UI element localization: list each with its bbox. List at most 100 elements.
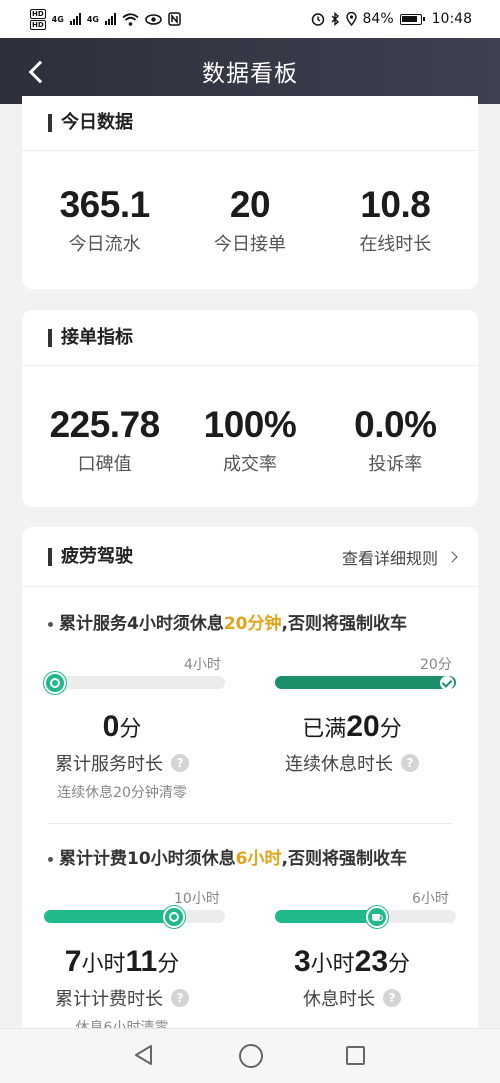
rule-highlight: 20分钟 (223, 614, 282, 634)
metric-minutes: 23 (354, 945, 389, 978)
metric-value: 已满20分 (252, 710, 452, 744)
rest-max-label: 6小时 (412, 891, 449, 907)
metric-label-row: 连续休息时长? (252, 750, 452, 776)
rule-text: ,否则将强制收车 (281, 614, 407, 634)
help-icon[interactable]: ? (383, 989, 401, 1007)
view-rules-label: 查看详细规则 (341, 548, 438, 568)
stat-value: 0.0% (354, 404, 437, 445)
home-circle-icon[interactable] (239, 1044, 263, 1068)
stat-value: 100% (203, 404, 297, 445)
steering-wheel-icon (44, 672, 66, 694)
rest-time-progress (275, 676, 456, 689)
hd-icon: HD HD (30, 8, 46, 30)
stat-revenue: 365.1 今日流水 (40, 184, 170, 256)
metric-label: 休息时长 (303, 989, 375, 1010)
divider (48, 823, 452, 824)
fatigue-driving-card: 疲劳驾驶 查看详细规则 累计服务4小时须休息20分钟,否则将强制收车 4小时 2… (22, 527, 478, 1047)
metric-value: 3小时23分 (252, 945, 452, 979)
bullet-icon (48, 856, 53, 862)
stat-label: 在线时长 (359, 234, 432, 255)
back-triangle-icon[interactable] (133, 1044, 155, 1066)
service-max-label: 4小时 (184, 657, 221, 673)
card-header: 疲劳驾驶 查看详细规则 (22, 527, 478, 587)
billing-time-metric: 7小时11分 累计计费时长? 休息6小时清零 (22, 945, 222, 1037)
rule-text: 累计计费10小时须休息 (59, 849, 236, 869)
help-icon[interactable]: ? (401, 754, 419, 772)
billing-max-label: 10小时 (174, 891, 220, 907)
card-header: 今日数据 (22, 96, 478, 151)
signal-icon (69, 13, 81, 25)
stat-label: 成交率 (222, 454, 277, 475)
card-title: 疲劳驾驶 (48, 547, 133, 566)
stat-orders: 20 今日接单 (185, 184, 315, 256)
rule-text: 累计服务4小时须休息 (59, 614, 224, 634)
nav-bar: 数据看板 (0, 38, 500, 104)
rest-max-label: 20分 (420, 657, 452, 673)
location-icon (345, 12, 357, 26)
coffee-cup-icon (366, 906, 389, 928)
metric-value: 0分 (22, 710, 222, 744)
metric-number: 20 (346, 710, 380, 743)
metric-unit: 小时 (81, 951, 126, 976)
stat-label: 今日流水 (68, 234, 141, 255)
view-rules-link[interactable]: 查看详细规则 (341, 545, 458, 569)
rule-text: ,否则将强制收车 (281, 849, 407, 869)
recents-square-icon[interactable] (346, 1046, 365, 1065)
stat-value: 225.78 (49, 404, 161, 445)
service-time-progress (44, 676, 225, 689)
metric-hours: 7 (64, 945, 82, 978)
billing-time-progress (44, 910, 225, 923)
rest-hours-metric: 3小时23分 休息时长? (252, 945, 452, 1011)
rest-time-metric: 已满20分 连续休息时长? (252, 710, 452, 776)
stat-reputation: 225.78 口碑值 (40, 404, 170, 476)
status-right: 84% 10:48 (311, 11, 472, 27)
rule-billing-notice: 累计计费10小时须休息6小时,否则将强制收车 (22, 844, 407, 869)
network-type: 4G (51, 14, 64, 24)
stat-complaint-rate: 0.0% 投诉率 (330, 404, 460, 476)
metric-label: 累计计费时长 (55, 989, 163, 1010)
stat-value: 365.1 (59, 184, 151, 225)
metric-unit: 分 (388, 951, 411, 976)
stat-value: 20 (229, 184, 271, 225)
progress-fill (275, 676, 456, 689)
battery-percent: 84% (362, 11, 394, 27)
page-title: 数据看板 (202, 61, 298, 87)
help-icon[interactable]: ? (171, 754, 189, 772)
stat-label: 投诉率 (368, 454, 423, 475)
help-icon[interactable]: ? (171, 989, 189, 1007)
metric-label: 累计服务时长 (55, 754, 163, 775)
progress-fill (275, 910, 378, 923)
card-title: 接单指标 (48, 328, 133, 347)
stat-label: 今日接单 (213, 234, 286, 255)
check-icon (440, 676, 454, 690)
steering-wheel-icon (163, 906, 186, 928)
metric-value: 7小时11分 (22, 945, 222, 979)
rule-highlight: 6小时 (235, 849, 282, 869)
alarm-icon (311, 13, 324, 26)
system-nav-bar (0, 1028, 500, 1083)
stat-deal-rate: 100% 成交率 (185, 404, 315, 476)
metric-unit: 分 (379, 716, 402, 741)
metric-subtext: 连续休息20分钟清零 (57, 785, 187, 801)
nfc-icon (168, 12, 181, 26)
metric-label: 连续休息时长 (285, 754, 393, 775)
service-time-metric: 0分 累计服务时长? 连续休息20分钟清零 (22, 710, 222, 802)
metric-prefix: 已满 (302, 716, 347, 741)
signal-icon-2 (104, 13, 116, 25)
stat-online-time: 10.8 在线时长 (330, 184, 460, 256)
chevron-left-icon[interactable] (24, 56, 54, 86)
bullet-icon (48, 621, 53, 627)
today-stats: 365.1 今日流水 20 今日接单 10.8 在线时长 (22, 151, 478, 256)
metric-unit: 分 (119, 716, 142, 741)
order-metrics-card: 接单指标 225.78 口碑值 100% 成交率 0.0% 投诉率 (22, 310, 478, 507)
card-header: 接单指标 (22, 310, 478, 366)
status-left: HD HD 4G 4G (30, 8, 181, 30)
metric-minutes: 11 (125, 945, 158, 978)
progress-fill (44, 910, 175, 923)
rule-service-notice: 累计服务4小时须休息20分钟,否则将强制收车 (22, 609, 407, 634)
metric-unit: 分 (157, 951, 180, 976)
metric-label-row: 累计服务时长? (22, 750, 222, 776)
battery-icon (399, 13, 425, 25)
today-data-card: 今日数据 365.1 今日流水 20 今日接单 10.8 在线时长 (22, 96, 478, 289)
wifi-icon (122, 12, 139, 26)
